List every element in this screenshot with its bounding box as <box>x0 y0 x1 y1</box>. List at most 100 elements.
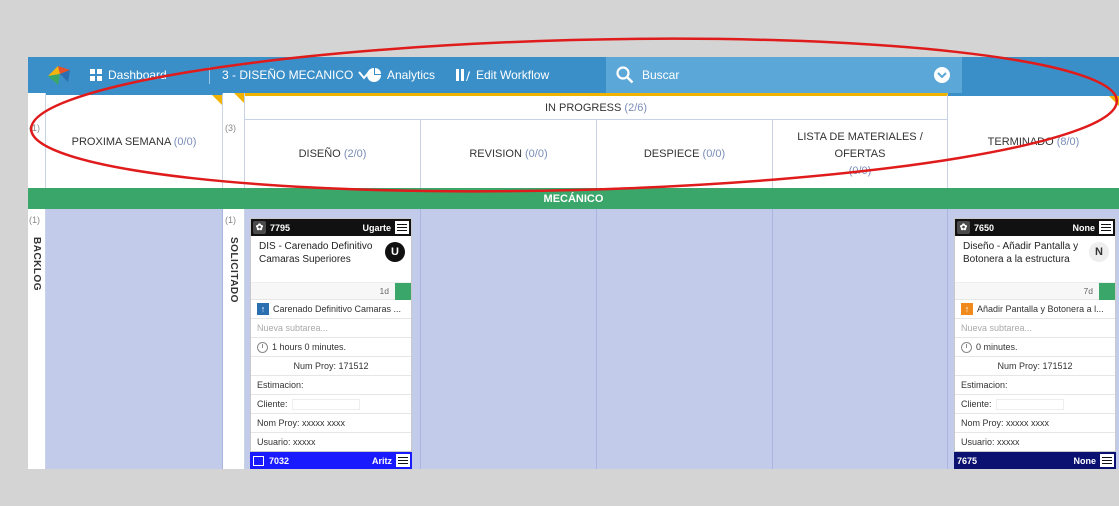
analytics-link[interactable]: Analytics <box>367 57 435 93</box>
time-row: 0 minutes. <box>955 337 1115 356</box>
despiece-label: DESPIECE (0/0) <box>643 148 726 160</box>
board-selector-label: 3 - DISEÑO MECANICO <box>222 68 354 82</box>
cliente-value <box>995 398 1064 410</box>
backlog-header: (1) <box>28 93 46 188</box>
card-id: 7675 <box>957 455 978 466</box>
terminado-label: TERMINADO (8/0) <box>987 136 1080 148</box>
nav-divider <box>209 67 210 84</box>
solicitado-lane-label: SOLICITADO <box>228 237 239 303</box>
cliente-value <box>291 398 360 410</box>
backlog-count: (1) <box>29 123 40 133</box>
avatar[interactable]: U <box>385 242 405 262</box>
task-card-collapsed[interactable]: 7675 None <box>954 452 1116 469</box>
gear-icon[interactable]: ✿ <box>253 221 266 234</box>
menu-icon[interactable] <box>1100 454 1114 467</box>
diseno-header[interactable]: DISEÑO (2/0) <box>245 120 421 188</box>
card-type-icon <box>253 455 264 466</box>
backlog-lane-count: (1) <box>29 215 40 225</box>
lane-group-bar[interactable]: MECÁNICO <box>28 188 1119 209</box>
cliente-row: Cliente: <box>251 394 411 413</box>
revision-header[interactable]: REVISION (0/0) <box>421 120 597 188</box>
parent-task-row[interactable]: ↑ Carenado Definitivo Camaras ... <box>251 299 411 318</box>
search-dropdown-icon[interactable] <box>934 67 950 83</box>
solicitado-lane-count: (1) <box>225 215 236 225</box>
edit-workflow-label: Edit Workflow <box>476 68 550 82</box>
app-logo[interactable] <box>46 64 72 86</box>
card-owner: None <box>1073 455 1097 466</box>
card-title-text: Diseño - Añadir Pantalla y Botonera a la… <box>963 241 1079 265</box>
lista-materiales-column <box>773 209 948 469</box>
dashboard-link[interactable]: Dashboard <box>90 57 167 93</box>
new-subtask-input[interactable]: Nueva subtarea... <box>955 318 1115 337</box>
edit-workflow-link[interactable]: Edit Workflow <box>456 57 549 93</box>
time-row: 1 hours 0 minutes. <box>251 337 411 356</box>
menu-icon[interactable] <box>395 221 409 234</box>
card-header: ✿ 7650 None <box>955 219 1115 236</box>
arrow-up-icon: ↑ <box>257 303 269 315</box>
task-card-collapsed[interactable]: 7032 Aritz <box>250 452 412 469</box>
despiece-header[interactable]: DESPIECE (0/0) <box>597 120 773 188</box>
diseno-label: DISEÑO (2/0) <box>298 148 367 160</box>
dashboard-label: Dashboard <box>108 68 167 82</box>
clock-icon <box>961 341 972 353</box>
search-icon <box>616 66 634 84</box>
task-card[interactable]: ✿ 7795 Ugarte DIS - Carenado Definitivo … <box>250 218 412 452</box>
corner-flag-icon <box>1109 96 1119 106</box>
nom-proy-row: Nom Proy: xxxxx xxxx <box>251 413 411 432</box>
clock-icon <box>257 341 268 353</box>
search-box[interactable]: Buscar <box>606 57 962 93</box>
new-subtask-input[interactable]: Nueva subtarea... <box>251 318 411 337</box>
search-input[interactable]: Buscar <box>642 68 679 82</box>
card-age-label: 7d <box>1083 286 1093 296</box>
card-age-indicator <box>395 283 411 300</box>
proxima-semana-header[interactable]: PROXIMA SEMANA (0/0) <box>46 93 223 188</box>
card-id: 7650 <box>974 222 995 233</box>
pie-chart-icon <box>367 68 381 82</box>
corner-flag-icon <box>212 95 222 105</box>
kanban-board: (1) PROXIMA SEMANA (0/0) (3) IN PROGRESS… <box>28 93 1119 469</box>
time-label: 1 hours 0 minutes. <box>272 342 347 352</box>
in-progress-label: IN PROGRESS (2/6) <box>544 101 648 114</box>
card-title[interactable]: DIS - Carenado Definitivo Camaras Superi… <box>251 236 411 282</box>
card-title[interactable]: Diseño - Añadir Pantalla y Botonera a la… <box>955 236 1115 282</box>
corner-flag-icon <box>234 93 244 103</box>
lista-materiales-label: LISTA DE MATERIALES / OFERTAS (0/0) <box>797 130 923 177</box>
arrow-up-icon: ↑ <box>961 303 973 315</box>
in-progress-header[interactable]: IN PROGRESS (2/6) <box>245 93 948 120</box>
estimacion-row: Estimacion: <box>251 375 411 394</box>
board-selector-dropdown[interactable]: 3 - DISEÑO MECANICO <box>222 57 376 93</box>
proxima-semana-label: PROXIMA SEMANA (0/0) <box>71 135 197 148</box>
card-owner: None <box>1072 222 1096 233</box>
card-id: 7032 <box>269 455 290 466</box>
cliente-label: Cliente: <box>961 399 992 409</box>
parent-task-label: Carenado Definitivo Camaras ... <box>273 304 402 314</box>
avatar[interactable]: N <box>1089 242 1109 262</box>
backlog-lane-gutter: (1) BACKLOG <box>28 209 46 469</box>
backlog-lane-label: BACKLOG <box>31 237 42 292</box>
menu-icon[interactable] <box>1099 221 1113 234</box>
card-header: ✿ 7795 Ugarte <box>251 219 411 236</box>
task-card[interactable]: ✿ 7650 None Diseño - Añadir Pantalla y B… <box>954 218 1116 452</box>
card-owner: Aritz <box>372 455 392 466</box>
card-age: 7d <box>955 282 1115 300</box>
card-owner: Ugarte <box>362 222 391 233</box>
card-id: 7795 <box>270 222 291 233</box>
solicitado-count: (3) <box>225 123 236 133</box>
num-proy-row: Num Proy: 171512 <box>955 356 1115 375</box>
parent-task-row[interactable]: ↑ Añadir Pantalla y Botonera a l... <box>955 299 1115 318</box>
lista-materiales-header[interactable]: LISTA DE MATERIALES / OFERTAS (0/0) <box>773 120 948 188</box>
menu-icon[interactable] <box>396 454 410 467</box>
terminado-header[interactable]: TERMINADO (8/0) <box>948 93 1119 188</box>
estimacion-row: Estimacion: <box>955 375 1115 394</box>
top-navigation-bar: Dashboard 3 - DISEÑO MECANICO Analytics … <box>28 57 1119 93</box>
time-label: 0 minutes. <box>976 342 1018 352</box>
nom-proy-row: Nom Proy: xxxxx xxxx <box>955 413 1115 432</box>
revision-label: REVISION (0/0) <box>469 148 548 160</box>
card-title-text: DIS - Carenado Definitivo Camaras Superi… <box>259 241 373 265</box>
analytics-label: Analytics <box>387 68 436 82</box>
dashboard-icon <box>90 69 102 81</box>
workflow-icon <box>456 69 470 81</box>
gear-icon[interactable]: ✿ <box>957 221 970 234</box>
proxima-semana-column <box>46 209 223 469</box>
parent-task-label: Añadir Pantalla y Botonera a l... <box>977 304 1104 314</box>
